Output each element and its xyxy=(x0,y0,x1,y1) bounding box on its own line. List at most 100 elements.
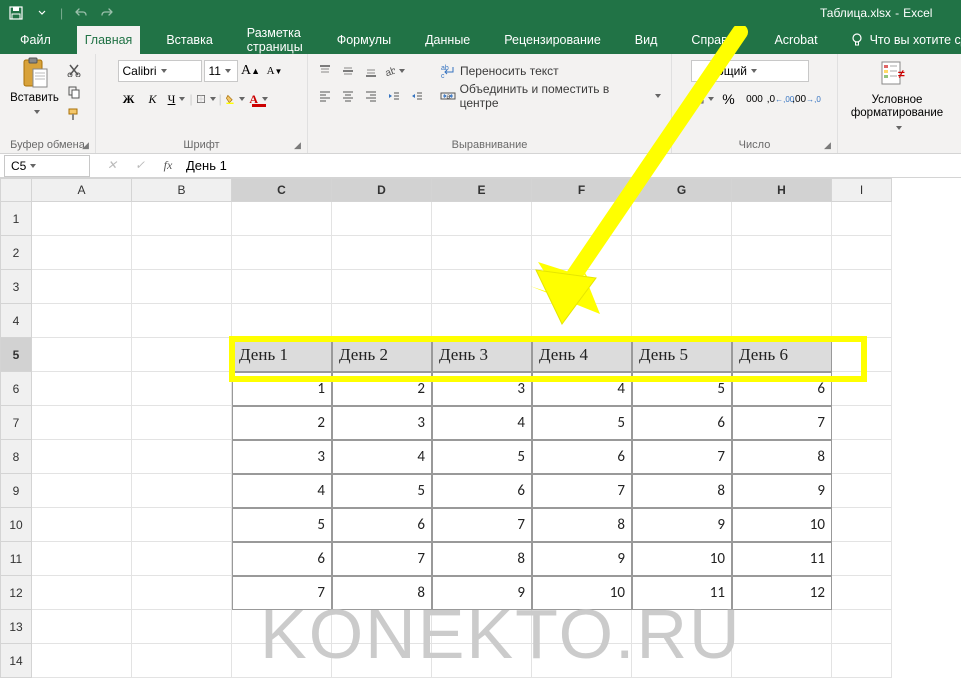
borders-icon[interactable] xyxy=(195,88,217,110)
cell-B6[interactable] xyxy=(132,372,232,406)
cell-C8[interactable]: 3 xyxy=(232,440,332,474)
column-header-G[interactable]: G xyxy=(632,178,732,202)
cell-A5[interactable] xyxy=(32,338,132,372)
cell-C13[interactable] xyxy=(232,610,332,644)
cell-C2[interactable] xyxy=(232,236,332,270)
cell-B13[interactable] xyxy=(132,610,232,644)
number-dialog-launcher-icon[interactable]: ◢ xyxy=(824,140,834,150)
cell-E11[interactable]: 8 xyxy=(432,542,532,576)
redo-icon[interactable] xyxy=(97,3,117,23)
cut-icon[interactable] xyxy=(63,60,85,80)
cell-F5[interactable]: День 4 xyxy=(532,338,632,372)
cell-I5[interactable] xyxy=(832,338,892,372)
font-dialog-launcher-icon[interactable]: ◢ xyxy=(294,140,304,150)
undo-icon[interactable] xyxy=(71,3,91,23)
cell-I14[interactable] xyxy=(832,644,892,678)
cell-A7[interactable] xyxy=(32,406,132,440)
row-header-14[interactable]: 14 xyxy=(0,644,32,678)
cell-I12[interactable] xyxy=(832,576,892,610)
cell-H14[interactable] xyxy=(732,644,832,678)
cell-D10[interactable]: 6 xyxy=(332,508,432,542)
align-bottom-icon[interactable] xyxy=(360,60,382,82)
cell-B3[interactable] xyxy=(132,270,232,304)
paste-dropdown-icon[interactable] xyxy=(30,104,40,112)
column-header-C[interactable]: C xyxy=(232,178,332,202)
tell-me-search[interactable]: Что вы хотите сделать? xyxy=(844,26,961,54)
cell-B4[interactable] xyxy=(132,304,232,338)
cell-B5[interactable] xyxy=(132,338,232,372)
row-header-7[interactable]: 7 xyxy=(0,406,32,440)
cell-C12[interactable]: 7 xyxy=(232,576,332,610)
align-center-icon[interactable] xyxy=(337,85,359,107)
cell-E6[interactable]: 3 xyxy=(432,372,532,406)
row-header-11[interactable]: 11 xyxy=(0,542,32,576)
formula-input[interactable]: День 1 xyxy=(178,158,961,173)
cell-G14[interactable] xyxy=(632,644,732,678)
cell-G1[interactable] xyxy=(632,202,732,236)
tab-view[interactable]: Вид xyxy=(627,26,666,54)
cell-F8[interactable]: 6 xyxy=(532,440,632,474)
cell-I8[interactable] xyxy=(832,440,892,474)
qat-dropdown-icon[interactable] xyxy=(32,3,52,23)
cell-C1[interactable] xyxy=(232,202,332,236)
row-header-10[interactable]: 10 xyxy=(0,508,32,542)
align-top-icon[interactable] xyxy=(314,60,336,82)
cell-E3[interactable] xyxy=(432,270,532,304)
cell-D12[interactable]: 8 xyxy=(332,576,432,610)
cell-E10[interactable]: 7 xyxy=(432,508,532,542)
row-header-9[interactable]: 9 xyxy=(0,474,32,508)
save-icon[interactable] xyxy=(6,3,26,23)
cell-C11[interactable]: 6 xyxy=(232,542,332,576)
row-header-13[interactable]: 13 xyxy=(0,610,32,644)
cell-D8[interactable]: 4 xyxy=(332,440,432,474)
cell-G5[interactable]: День 5 xyxy=(632,338,732,372)
cell-F10[interactable]: 8 xyxy=(532,508,632,542)
column-header-E[interactable]: E xyxy=(432,178,532,202)
cell-E13[interactable] xyxy=(432,610,532,644)
cell-A12[interactable] xyxy=(32,576,132,610)
column-header-B[interactable]: B xyxy=(132,178,232,202)
cell-E9[interactable]: 6 xyxy=(432,474,532,508)
cell-C5[interactable]: День 1 xyxy=(232,338,332,372)
font-size-combo[interactable]: 11 xyxy=(204,60,238,82)
cell-B12[interactable] xyxy=(132,576,232,610)
cell-G2[interactable] xyxy=(632,236,732,270)
cell-B9[interactable] xyxy=(132,474,232,508)
cell-D11[interactable]: 7 xyxy=(332,542,432,576)
cell-H9[interactable]: 9 xyxy=(732,474,832,508)
cell-A6[interactable] xyxy=(32,372,132,406)
cell-H7[interactable]: 7 xyxy=(732,406,832,440)
cell-E1[interactable] xyxy=(432,202,532,236)
cell-B1[interactable] xyxy=(132,202,232,236)
column-header-I[interactable]: I xyxy=(832,178,892,202)
column-header-D[interactable]: D xyxy=(332,178,432,202)
cell-F4[interactable] xyxy=(532,304,632,338)
percent-style-button[interactable]: % xyxy=(717,88,741,110)
column-header-A[interactable]: A xyxy=(32,178,132,202)
cell-D5[interactable]: День 2 xyxy=(332,338,432,372)
bold-button[interactable]: Ж xyxy=(118,88,140,110)
cell-D4[interactable] xyxy=(332,304,432,338)
comma-style-button[interactable]: 000 xyxy=(743,88,767,110)
cell-D9[interactable]: 5 xyxy=(332,474,432,508)
cell-C7[interactable]: 2 xyxy=(232,406,332,440)
tab-acrobat[interactable]: Acrobat xyxy=(766,26,825,54)
clipboard-dialog-launcher-icon[interactable]: ◢ xyxy=(82,140,92,150)
cell-H1[interactable] xyxy=(732,202,832,236)
cell-G13[interactable] xyxy=(632,610,732,644)
row-header-6[interactable]: 6 xyxy=(0,372,32,406)
cell-D6[interactable]: 2 xyxy=(332,372,432,406)
cell-C4[interactable] xyxy=(232,304,332,338)
merge-center-button[interactable]: a Объединить и поместить в центре xyxy=(436,85,665,107)
cell-B8[interactable] xyxy=(132,440,232,474)
cell-E12[interactable]: 9 xyxy=(432,576,532,610)
cell-D1[interactable] xyxy=(332,202,432,236)
align-middle-icon[interactable] xyxy=(337,60,359,82)
align-right-icon[interactable] xyxy=(360,85,382,107)
cell-B14[interactable] xyxy=(132,644,232,678)
cell-I10[interactable] xyxy=(832,508,892,542)
cell-B10[interactable] xyxy=(132,508,232,542)
cell-D13[interactable] xyxy=(332,610,432,644)
increase-indent-icon[interactable] xyxy=(406,85,428,107)
name-box[interactable]: C5 xyxy=(4,155,90,177)
